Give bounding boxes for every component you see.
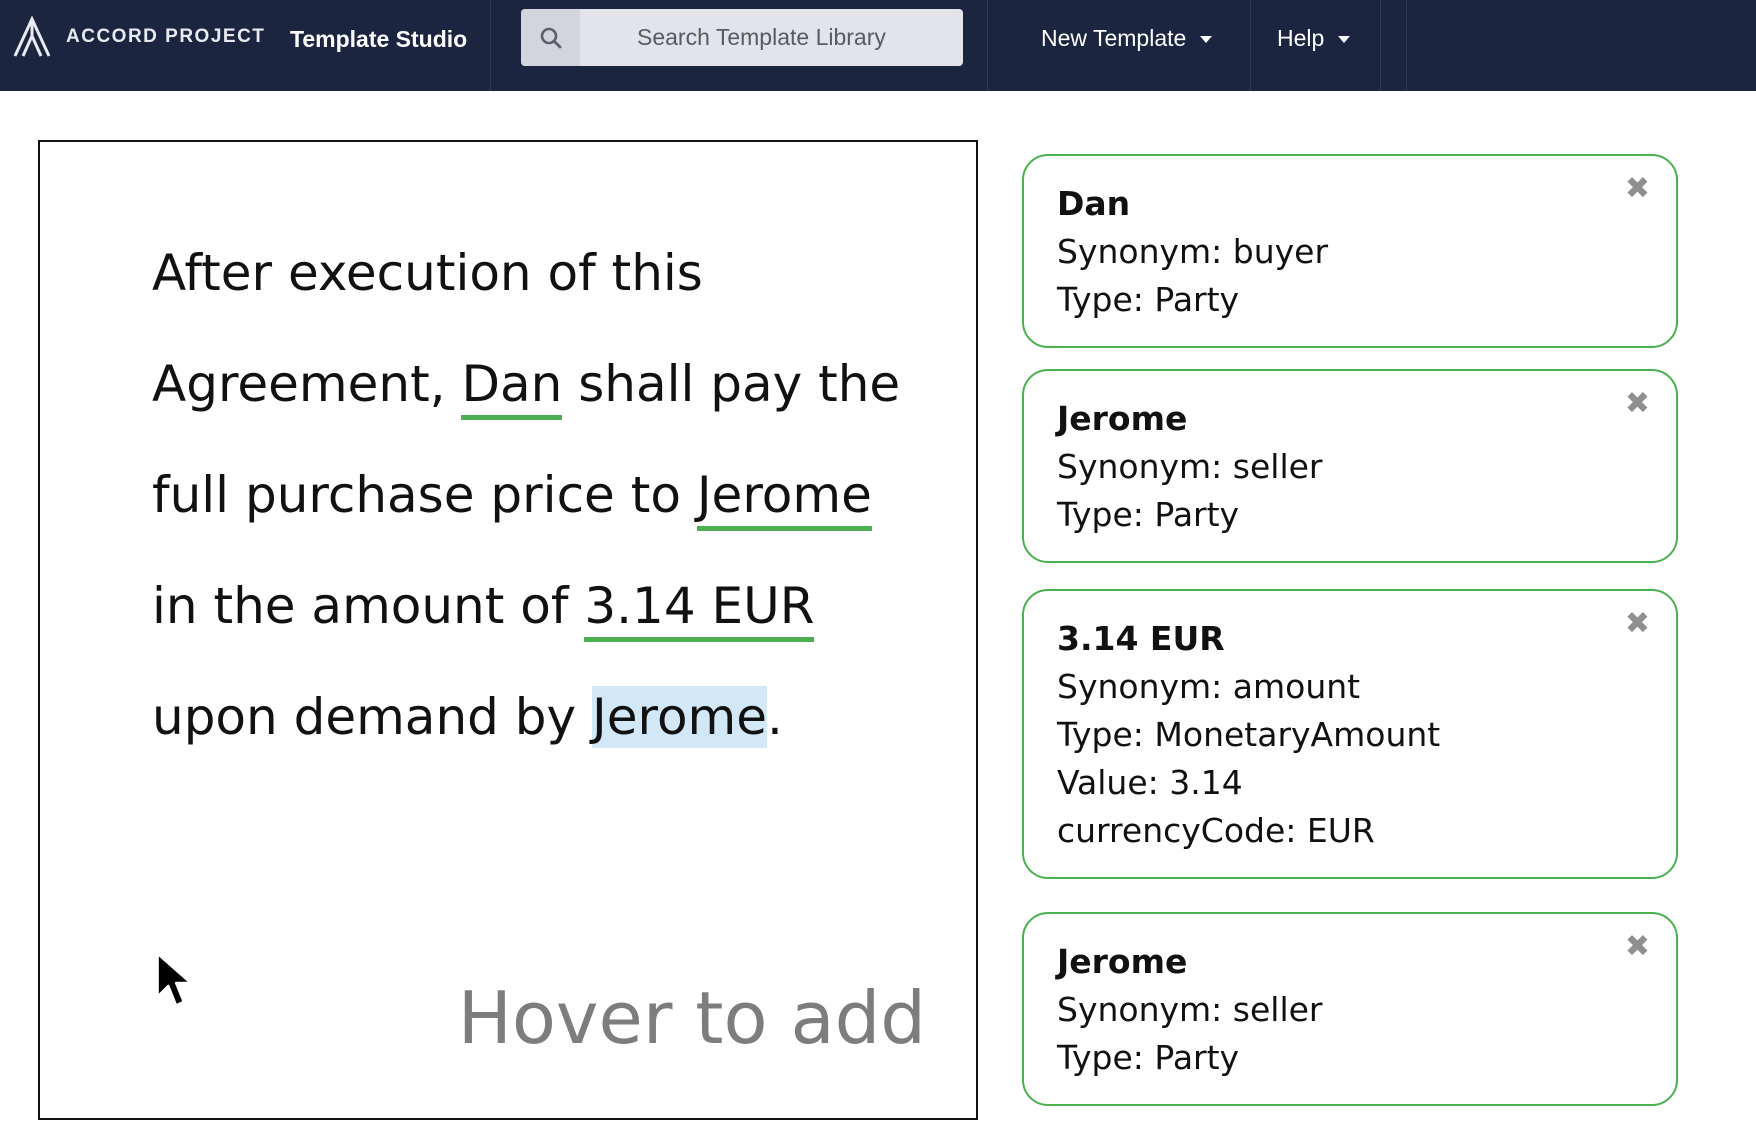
template-editor[interactable]: After execution of this Agreement, Dan s… [38, 140, 978, 1120]
clause-text-segment: upon demand by [152, 688, 592, 746]
card-type: Type: Party [1057, 1038, 1240, 1077]
search-input[interactable] [580, 9, 963, 66]
card-synonym: Synonym: seller [1057, 990, 1323, 1029]
close-icon[interactable]: ✖ [1625, 932, 1650, 962]
card-title: Dan [1057, 184, 1131, 223]
card-currency-code: currencyCode: EUR [1057, 811, 1375, 850]
nav-divider [987, 0, 988, 91]
help-label: Help [1277, 25, 1325, 51]
accord-logo-icon [13, 16, 51, 57]
hover-to-add-hint: Hover to add [457, 976, 926, 1060]
hovered-text-selection[interactable]: Jerome [592, 686, 768, 748]
brand-name: ACCORD PROJECT [66, 26, 266, 47]
new-template-menu[interactable]: New Template [1041, 0, 1213, 77]
brand[interactable]: ACCORD PROJECT [12, 16, 265, 58]
card-type: Type: Party [1057, 280, 1240, 319]
card-type: Type: Party [1057, 495, 1240, 534]
clause-text-segment: in the amount of [152, 577, 585, 635]
help-menu[interactable]: Help [1277, 0, 1351, 77]
search-icon-box[interactable] [521, 9, 580, 66]
nav-divider [1406, 0, 1407, 91]
variable-card[interactable]: ✖ 3.14 EUR Synonym: amount Type: Monetar… [1022, 589, 1678, 879]
variable-amount[interactable]: 3.14 EUR [584, 577, 815, 642]
chevron-down-icon [1200, 36, 1213, 43]
card-synonym: Synonym: amount [1057, 667, 1361, 706]
variable-card[interactable]: ✖ Jerome Synonym: seller Type: Party [1022, 912, 1678, 1106]
search-bar[interactable] [521, 9, 963, 66]
chevron-down-icon [1338, 36, 1351, 43]
top-navbar: ACCORD PROJECT Template Studio New Templ… [0, 0, 1756, 91]
variable-seller[interactable]: Jerome [696, 466, 872, 531]
variable-card[interactable]: ✖ Jerome Synonym: seller Type: Party [1022, 369, 1678, 563]
mouse-pointer-icon [156, 952, 192, 1007]
variable-buyer[interactable]: Dan [461, 355, 563, 420]
app-title[interactable]: Template Studio [290, 22, 467, 56]
card-synonym: Synonym: buyer [1057, 232, 1329, 271]
clause-text[interactable]: After execution of this Agreement, Dan s… [152, 218, 912, 773]
nav-divider [1250, 0, 1251, 91]
new-template-label: New Template [1041, 25, 1187, 51]
close-icon[interactable]: ✖ [1625, 389, 1650, 419]
card-title: 3.14 EUR [1057, 619, 1225, 658]
search-icon [540, 27, 561, 48]
clause-text-segment: . [767, 688, 783, 746]
card-synonym: Synonym: seller [1057, 447, 1323, 486]
card-type: Type: MonetaryAmount [1057, 715, 1441, 754]
nav-divider [490, 0, 491, 91]
close-icon[interactable]: ✖ [1625, 609, 1650, 639]
card-title: Jerome [1057, 942, 1188, 981]
close-icon[interactable]: ✖ [1625, 174, 1650, 204]
card-value: Value: 3.14 [1057, 763, 1243, 802]
variable-card[interactable]: ✖ Dan Synonym: buyer Type: Party [1022, 154, 1678, 348]
card-title: Jerome [1057, 399, 1188, 438]
nav-divider [1380, 0, 1381, 91]
